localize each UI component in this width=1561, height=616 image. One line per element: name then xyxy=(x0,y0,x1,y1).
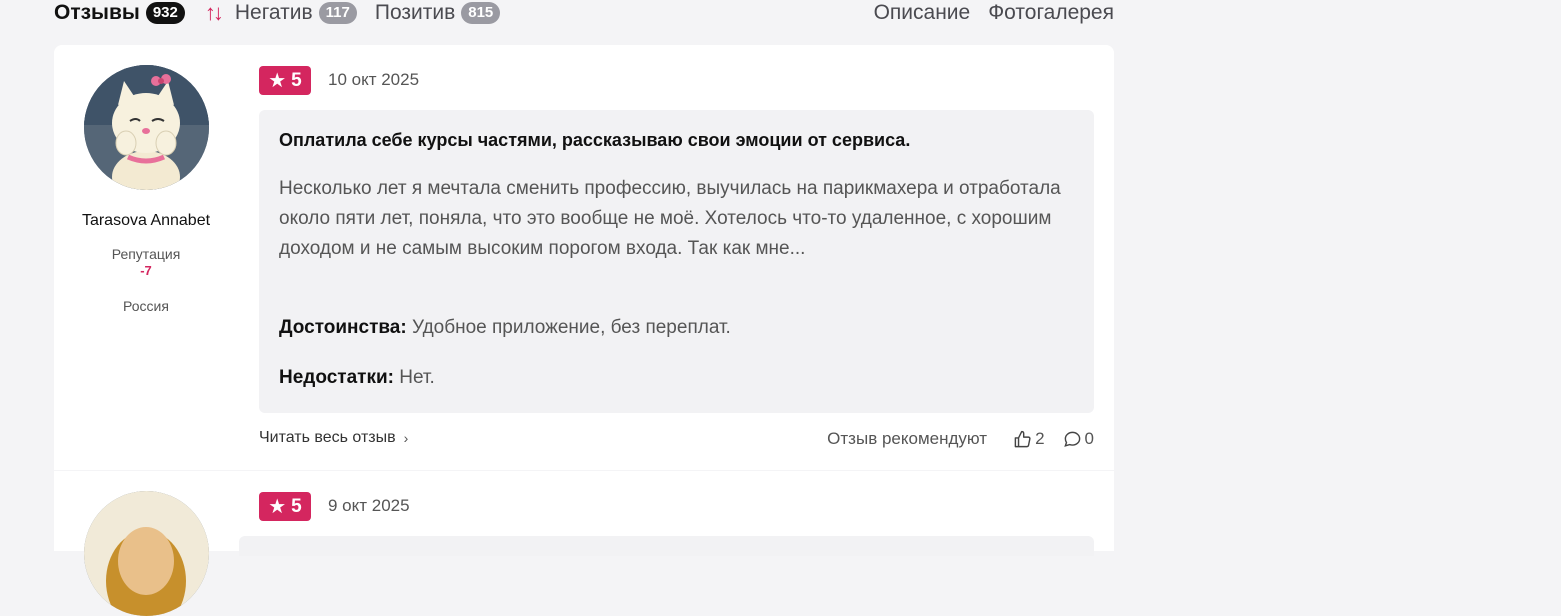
review-card: ★ 5 9 окт 2025 xyxy=(54,471,1114,616)
star-icon: ★ xyxy=(268,70,287,92)
author-country: Россия xyxy=(123,298,169,314)
review-author: Tarasova Annabet Репутация -7 Россия xyxy=(54,45,238,314)
cons-text: Нет. xyxy=(399,367,435,388)
avatar[interactable] xyxy=(83,65,209,190)
sort-icon[interactable]: ↑↓ xyxy=(205,0,224,26)
review-date: 9 окт 2025 xyxy=(328,496,410,515)
comments-count: 0 xyxy=(1084,429,1094,448)
comments-button[interactable]: 0 xyxy=(1063,429,1094,449)
cons-label: Недостатки: xyxy=(279,367,394,388)
read-more-link[interactable]: Читать весь отзыв › xyxy=(259,429,408,447)
rating-badge: ★ 5 xyxy=(259,492,311,521)
review-title[interactable]: Оплатила себе курсы частями, рассказываю… xyxy=(279,130,910,151)
recommend-label: Отзыв рекомендуют xyxy=(827,429,988,448)
avatar[interactable] xyxy=(83,491,209,616)
tab-description[interactable]: Описание xyxy=(874,1,971,25)
negative-count-badge: 117 xyxy=(318,2,357,24)
reviews-count-badge: 932 xyxy=(145,2,185,24)
tab-gallery[interactable]: Фотогалерея xyxy=(988,1,1114,25)
rating-badge: ★ 5 xyxy=(259,66,311,95)
rating-value: 5 xyxy=(291,495,302,517)
pros-label: Достоинства: xyxy=(279,317,407,338)
comment-icon xyxy=(1063,431,1080,447)
reputation-label: Репутация xyxy=(111,246,181,262)
review-date: 10 окт 2025 xyxy=(328,70,420,89)
positive-count-badge: 815 xyxy=(461,2,501,24)
review-body: Оплатила себе курсы частями, рассказываю… xyxy=(259,110,1094,413)
review-body xyxy=(239,536,1094,556)
review-footer: Отзыв рекомендуют 2 0 xyxy=(827,429,1094,449)
review-text: Несколько лет я мечтала сменить професси… xyxy=(279,178,1061,259)
tab-negative[interactable]: Негатив 117 xyxy=(235,1,357,25)
chevron-right-icon: › xyxy=(403,430,409,446)
tab-positive-label: Позитив xyxy=(374,1,456,24)
likes-count: 2 xyxy=(1035,429,1045,448)
tab-positive[interactable]: Позитив 815 xyxy=(374,1,501,25)
review-author xyxy=(54,471,238,616)
like-button[interactable]: 2 xyxy=(1013,429,1045,449)
star-icon: ★ xyxy=(268,496,287,518)
review-tabs: Отзывы 932 ↑↓ Негатив 117 Позитив 815 Оп… xyxy=(54,0,1114,26)
tab-negative-label: Негатив xyxy=(234,1,313,24)
review-cons: Недостатки: Нет. xyxy=(279,367,435,389)
pros-text: Удобное приложение, без переплат. xyxy=(411,317,731,338)
tabs-right-group: Описание Фотогалерея xyxy=(856,1,1114,25)
reputation-value: -7 xyxy=(140,263,152,278)
thumbs-up-icon xyxy=(1014,430,1031,447)
read-more-label: Читать весь отзыв xyxy=(259,429,396,446)
rating-value: 5 xyxy=(291,69,302,91)
tab-reviews-label: Отзывы xyxy=(54,1,140,24)
author-name[interactable]: Tarasova Annabet xyxy=(54,210,238,231)
review-pros: Достоинства: Удобное приложение, без пер… xyxy=(279,317,731,339)
tab-reviews[interactable]: Отзывы 932 xyxy=(54,1,185,25)
review-card: Tarasova Annabet Репутация -7 Россия ★ 5… xyxy=(54,45,1114,470)
